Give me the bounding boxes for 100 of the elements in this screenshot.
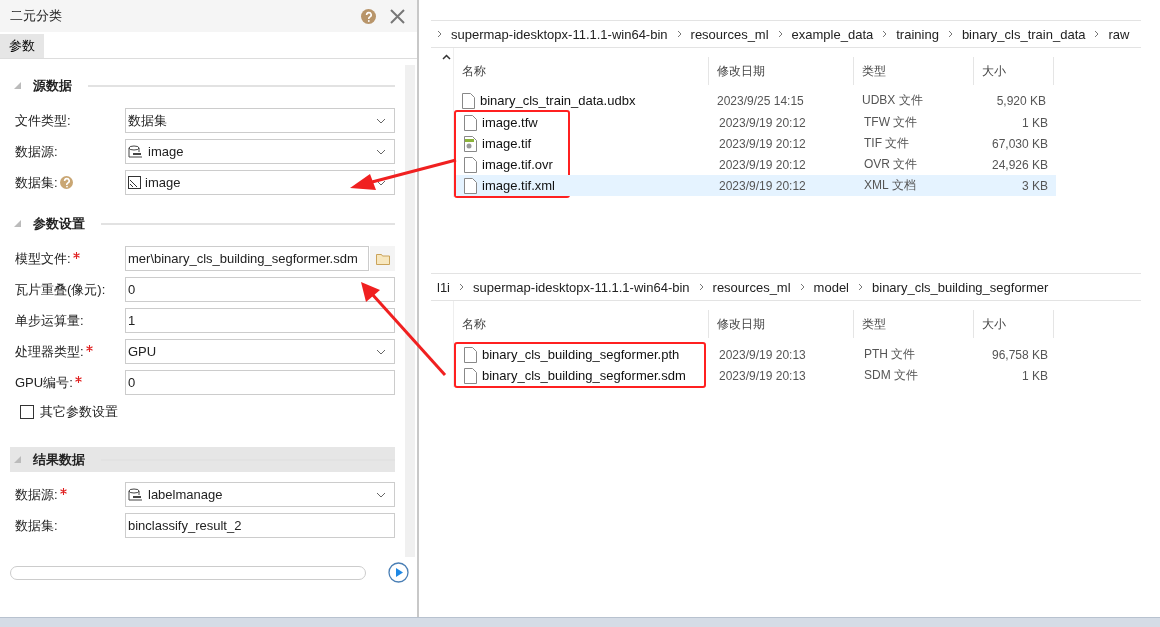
file-name: image.tfw (482, 115, 538, 130)
input-field[interactable]: mer\binary_cls_building_segformer.sdm (125, 246, 369, 271)
input-field[interactable]: binclassify_result_2 (125, 513, 395, 538)
field-label: 瓦片重叠(像元): (15, 280, 106, 299)
input-field[interactable]: 1 (125, 308, 395, 333)
file-row[interactable]: image.tfw 2023/9/19 20:12 TFW 文件 1 KB (456, 112, 1056, 133)
file-size: 67,030 KB (990, 136, 1049, 151)
picture-icon (128, 176, 141, 189)
file-icon (464, 114, 477, 131)
file-row[interactable]: binary_cls_building_segformer.pth 2023/9/19 20:13 PTH 文件 96,758 KB (456, 344, 1056, 365)
chevron-right-icon (947, 30, 953, 38)
section-title: 源数据 (33, 76, 72, 95)
run-button[interactable] (388, 562, 409, 583)
file-type: SDM 文件 (863, 367, 919, 384)
column-header[interactable]: 大小 (974, 310, 1054, 338)
dropdown[interactable]: image (125, 170, 395, 195)
file-icon (462, 92, 475, 109)
file-size: 1 KB (1021, 115, 1049, 130)
column-header[interactable]: 修改日期 (709, 310, 854, 338)
breadcrumb-item[interactable]: supermap-idesktopx-11.1.1-win64-bin (473, 279, 690, 295)
field-label: GPU编号: (15, 373, 73, 392)
chevron-right-icon (676, 30, 682, 38)
file-row[interactable]: image.tif.xml 2023/9/19 20:12 XML 文档 3 KB (456, 175, 1056, 196)
file-row[interactable]: binary_cls_building_segformer.sdm 2023/9/19 20:13 SDM 文件 1 KB (456, 365, 1056, 386)
breadcrumb-item[interactable]: training (896, 26, 939, 42)
file-icon (464, 346, 477, 363)
section-title: 结果数据 (33, 450, 85, 469)
database-icon (128, 487, 144, 502)
help-icon[interactable] (361, 8, 376, 24)
column-header[interactable]: 修改日期 (709, 57, 854, 85)
field-label: 单步运算量: (15, 311, 84, 330)
breadcrumb-item[interactable]: resources_ml (712, 279, 791, 295)
file-type: OVR 文件 (863, 156, 919, 173)
section-header[interactable]: 结果数据 (10, 447, 395, 472)
input-field[interactable]: 0 (125, 277, 395, 302)
section-header[interactable]: 源数据 (10, 73, 395, 98)
section-header[interactable]: 参数设置 (10, 211, 395, 236)
chevron-right-icon (1094, 30, 1100, 38)
file-name: binary_cls_building_segformer.pth (482, 347, 680, 362)
breadcrumb-item[interactable]: binary_cls_train_data (961, 26, 1086, 42)
file-name: binary_cls_building_segformer.sdm (482, 368, 686, 383)
column-header[interactable]: 名称 (454, 310, 709, 338)
tab[interactable]: 参数 (0, 34, 44, 58)
file-name: image.tif (482, 136, 532, 151)
chevron-down-icon (376, 148, 386, 155)
file-date: 2023/9/19 20:12 (718, 136, 807, 151)
column-header[interactable]: 类型 (854, 57, 974, 85)
chevron-down-icon (376, 491, 386, 498)
field-label: 数据集: (15, 173, 58, 192)
file-date: 2023/9/19 20:12 (718, 115, 807, 130)
breadcrumb-item[interactable]: l1i (437, 279, 450, 295)
column-header[interactable]: 类型 (854, 310, 974, 338)
file-size: 1 KB (1021, 368, 1049, 383)
dropdown[interactable]: labelmanage (125, 482, 395, 507)
file-size: 5,920 KB (995, 93, 1047, 108)
breadcrumb-item[interactable]: example_data (791, 26, 874, 42)
breadcrumb-item[interactable]: resources_ml (690, 26, 769, 42)
checkbox[interactable] (20, 405, 34, 419)
file-date: 2023/9/19 20:13 (718, 368, 807, 383)
file-row[interactable]: image.tif 2023/9/19 20:12 TIF 文件 67,030 KB (456, 133, 1056, 154)
column-header[interactable]: 名称 (454, 57, 709, 85)
breadcrumb-item[interactable]: raw (1108, 26, 1130, 42)
file-name: image.tif.xml (482, 178, 555, 193)
field-label: 数据集: (15, 516, 58, 535)
section-title: 参数设置 (33, 214, 85, 233)
scrollbar[interactable] (405, 65, 415, 557)
input-field[interactable]: 0 (125, 370, 395, 395)
image-file-icon (464, 135, 477, 152)
chevron-right-icon (858, 283, 863, 291)
chevron-down-icon (376, 348, 386, 355)
breadcrumb-item[interactable]: binary_cls_building_segformer (872, 279, 1049, 295)
folder-icon (375, 252, 390, 265)
file-type: PTH 文件 (863, 346, 917, 363)
chevron-right-icon (777, 30, 783, 38)
file-icon (464, 177, 477, 194)
file-icon (464, 367, 477, 384)
help-icon[interactable] (59, 176, 73, 189)
collapse-triangle-icon (14, 456, 21, 463)
chevron-down-icon (376, 117, 386, 124)
file-row[interactable]: image.tif.ovr 2023/9/19 20:12 OVR 文件 24,926 KB (456, 154, 1056, 175)
file-type: XML 文档 (863, 177, 917, 194)
breadcrumb-item[interactable]: model (813, 279, 849, 295)
chevron-right-icon (882, 30, 888, 38)
dropdown[interactable]: GPU (125, 339, 395, 364)
browse-button[interactable] (370, 246, 395, 271)
dropdown[interactable]: 数据集 (125, 108, 395, 133)
file-row[interactable]: binary_cls_train_data.udbx 2023/9/25 14:15 UDBX 文件 5,920 KB (454, 90, 1141, 111)
file-size: 96,758 KB (990, 347, 1049, 362)
file-type: TIF 文件 (863, 135, 911, 152)
file-date: 2023/9/19 20:12 (718, 157, 807, 172)
chevron-up-icon (441, 54, 451, 60)
file-size: 24,926 KB (990, 157, 1049, 172)
chevron-right-icon (437, 30, 442, 38)
checkbox-label: 其它参数设置 (40, 403, 118, 421)
dropdown[interactable]: image (125, 139, 395, 164)
close-icon[interactable] (390, 8, 405, 24)
chevron-right-icon (698, 283, 704, 291)
column-header[interactable]: 大小 (974, 57, 1054, 85)
breadcrumb-item[interactable]: supermap-idesktopx-11.1.1-win64-bin (451, 26, 668, 42)
field-label: 模型文件: (15, 249, 71, 268)
